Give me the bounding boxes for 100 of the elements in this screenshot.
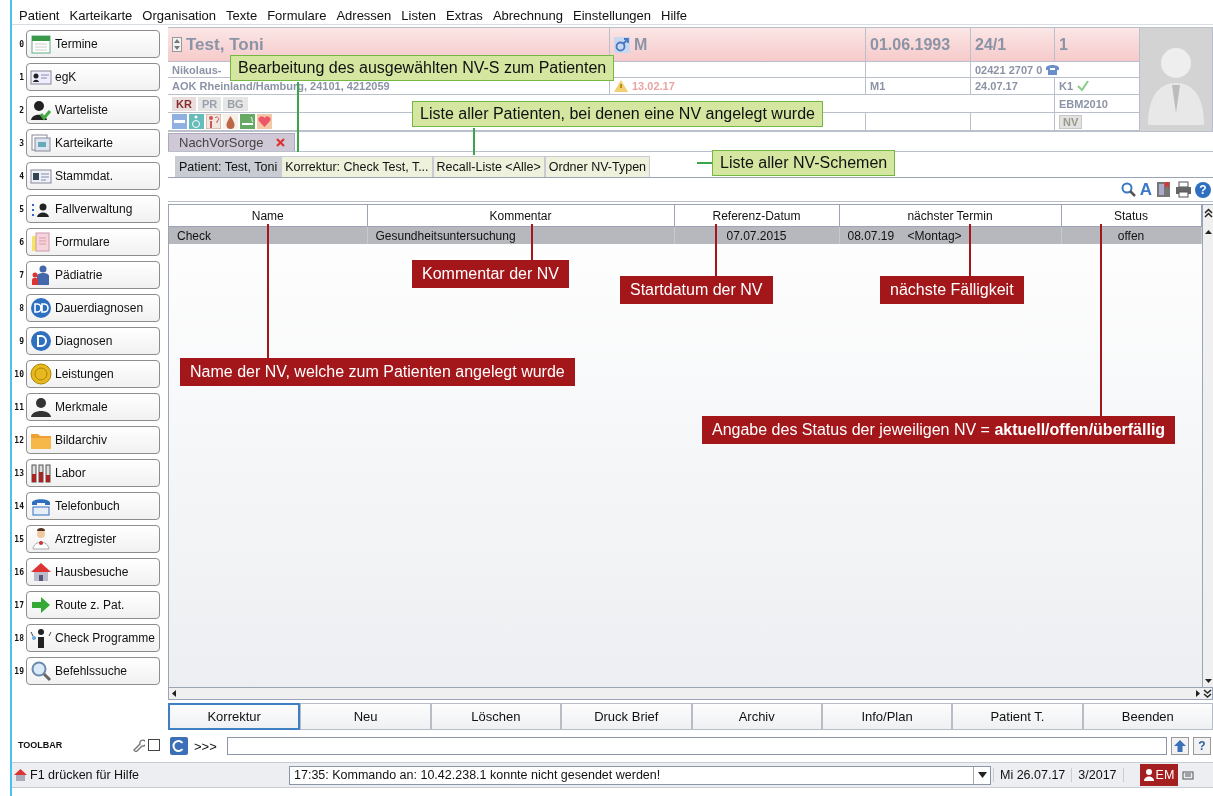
shortcut-number: 4	[18, 171, 24, 181]
callout-label: Startdatum der NV	[620, 276, 773, 304]
tab[interactable]: Recall-Liste <Alle>	[432, 156, 545, 177]
help-button[interactable]: ?	[1193, 737, 1211, 755]
sidebar-button[interactable]: Check Programme	[26, 624, 160, 652]
tab-label: NachVorSorge	[179, 135, 264, 150]
sidebar-button[interactable]: Bildarchiv	[26, 426, 160, 454]
leader-line	[969, 224, 971, 276]
double-chevron-down-icon	[1203, 689, 1212, 698]
wrench-icon	[132, 738, 145, 752]
leader-line	[697, 162, 712, 164]
module-tab[interactable]: NachVorSorge	[168, 133, 295, 151]
shortcut-number: 17	[13, 600, 24, 610]
action-button[interactable]: Korrektur	[168, 703, 301, 730]
tab[interactable]: Ordner NV-Typen	[544, 156, 651, 177]
callout-label: Angabe des Status der jeweiligen NV = aktuell/offen/überfällig	[702, 416, 1176, 444]
patient-name: Test, Toni	[186, 34, 264, 55]
command-input[interactable]	[226, 737, 1167, 755]
checkbox-icon[interactable]	[148, 739, 160, 751]
callout-label: Kommentar der NV	[412, 260, 569, 288]
shortcut-number: 19	[13, 666, 24, 676]
leader-line	[473, 128, 475, 155]
leader-line	[297, 82, 299, 152]
shortcut-number: 7	[18, 270, 24, 280]
user-badge[interactable]: EM	[1139, 764, 1179, 786]
refresh-icon[interactable]	[170, 737, 188, 755]
sidebar-button[interactable]: Arztregister	[26, 525, 160, 553]
heart-icon	[257, 114, 272, 129]
printer-icon[interactable]	[1175, 181, 1192, 198]
action-button[interactable]: Löschen	[430, 703, 562, 730]
sidebar-button[interactable]: Dauerdiagnosen	[26, 294, 160, 322]
people-icon	[30, 627, 52, 649]
column-header[interactable]: Name	[169, 205, 367, 227]
scroll-down-icon	[1204, 679, 1212, 683]
sidebar-button[interactable]: Termine	[26, 30, 160, 58]
scroll-right-icon	[1196, 690, 1200, 697]
table-row[interactable]: Check Gesundheitsuntersuchung 07.07.2015 08.07.19 <Montag> offen	[169, 226, 1201, 244]
sidebar-button[interactable]: Labor	[26, 459, 160, 487]
action-button[interactable]: Patient T.	[952, 703, 1083, 730]
action-button[interactable]: Info/Plan	[821, 703, 953, 730]
blood-drop-icon	[223, 114, 238, 129]
column-header[interactable]: Referenz-Datum	[674, 205, 839, 227]
search-icon[interactable]	[1119, 181, 1137, 198]
action-button[interactable]: Neu	[300, 703, 431, 730]
birth-date: 01.06.1993	[870, 35, 951, 54]
shortcut-number: 13	[13, 468, 24, 478]
menu-item[interactable]: Hilfe	[656, 7, 693, 23]
menu-item[interactable]: Einstellungen	[568, 7, 657, 23]
shortcut-number: 2	[18, 105, 24, 115]
scroll-left-icon	[172, 690, 176, 697]
menu-item[interactable]: Extras	[441, 7, 488, 23]
sidebar-button[interactable]: Pädiatrie	[26, 261, 160, 289]
sidebar-button[interactable]: Hausbesuche	[26, 558, 160, 586]
male-symbol-icon	[614, 36, 630, 53]
column-header[interactable]: Status	[1061, 205, 1201, 227]
patient-street: Nikolaus-	[172, 63, 222, 76]
sidebar-button[interactable]: Merkmale	[26, 393, 160, 421]
sidebar-button[interactable]: egK	[26, 63, 160, 91]
coin-icon	[30, 363, 52, 385]
sidebar-button[interactable]: Karteikarte	[26, 129, 160, 157]
menu-item[interactable]: Adressen	[331, 7, 397, 23]
shortcut-number: 16	[13, 567, 24, 577]
sidebar-button[interactable]: Telefonbuch	[26, 492, 160, 520]
leader-line	[531, 224, 533, 260]
doctor-icon	[30, 528, 52, 550]
callout-note: Bearbeitung des ausgewählten NV-S zum Patienten	[230, 55, 615, 81]
command-prompt: >>>	[194, 738, 217, 754]
action-button[interactable]: Archiv	[691, 703, 822, 730]
sidebar-button[interactable]: Route z. Pat.	[26, 591, 160, 619]
d-badge-icon	[30, 330, 52, 352]
insurance-tag[interactable]: KR	[172, 96, 196, 111]
font-button[interactable]: A	[1139, 179, 1152, 200]
sidebar-button[interactable]: Formulare	[26, 228, 160, 256]
column-header[interactable]: Kommentar	[367, 205, 674, 227]
callout-note: Liste aller Patienten, bei denen eine NV angelegt wurde	[412, 101, 823, 127]
sidebar-button[interactable]: Warteliste	[26, 96, 160, 124]
menu-item[interactable]: Formulare	[262, 7, 332, 23]
upload-arrow-icon[interactable]	[1171, 737, 1189, 755]
sidebar-button[interactable]: Befehlssuche	[26, 657, 160, 685]
sidebar-button[interactable]: Leistungen	[26, 360, 160, 388]
menu-item[interactable]: Karteikarte	[64, 7, 138, 23]
action-button[interactable]: Druck Brief	[561, 703, 692, 730]
menu-item[interactable]: Listen	[396, 7, 442, 23]
column-header[interactable]: nächster Termin	[839, 205, 1061, 227]
sidebar-button[interactable]: Fallverwaltung	[26, 195, 160, 223]
shortcut-number: 6	[18, 237, 24, 247]
tab[interactable]: Patient: Test, Toni	[175, 156, 282, 177]
message-field[interactable]: 17:35: Kommando an: 10.42.238.1 konnte nicht gesendet werden!	[289, 765, 991, 785]
menu-item[interactable]: Patient	[14, 7, 65, 23]
document-icon	[30, 231, 52, 253]
menu-item[interactable]: Organisation	[137, 7, 222, 23]
sidebar-button[interactable]: Diagnosen	[26, 327, 160, 355]
book-icon[interactable]	[1155, 181, 1172, 198]
menu-item[interactable]: Abrechnung	[487, 7, 568, 23]
help-button[interactable]: ?	[1195, 181, 1211, 198]
sidebar-button[interactable]: Stammdat.	[26, 162, 160, 190]
menu-item[interactable]: Texte	[221, 7, 263, 23]
action-button[interactable]: Beenden	[1082, 703, 1213, 730]
tab[interactable]: Korrektur: Check Test, T...	[281, 156, 433, 177]
user-initials: EM	[1155, 768, 1175, 782]
